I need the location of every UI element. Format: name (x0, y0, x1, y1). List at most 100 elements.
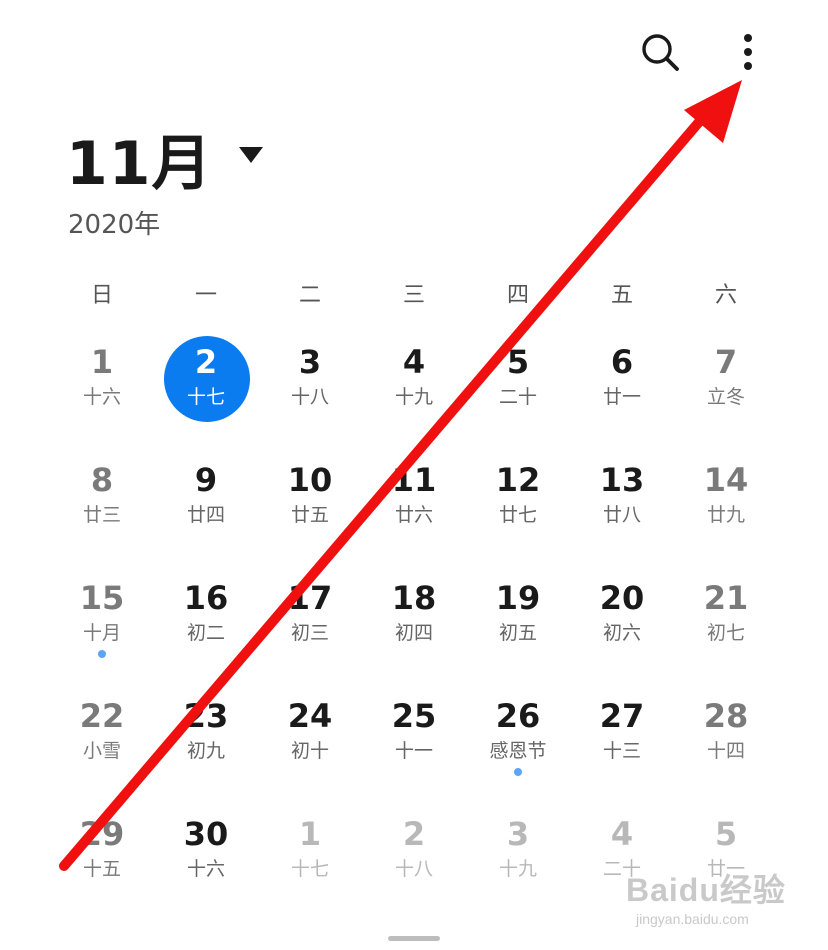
lunar-date: 十四 (706, 740, 745, 762)
lunar-date: 初七 (706, 622, 745, 644)
lunar-date: 十五 (82, 858, 121, 880)
day-cell[interactable]: 23 初九 (154, 682, 258, 800)
day-cell[interactable]: 11 廿六 (362, 446, 466, 564)
weekday-label: 三 (402, 283, 425, 308)
more-options-button[interactable] (726, 28, 770, 76)
lunar-date: 二十 (498, 386, 537, 408)
lunar-date: 初六 (602, 622, 641, 644)
day-cell[interactable]: 20 初六 (570, 564, 674, 682)
lunar-date: 二十 (602, 858, 641, 880)
weekday-header: 日一二三四五六 (50, 278, 778, 314)
day-cell[interactable]: 22 小雪 (50, 682, 154, 800)
day-number: 15 (79, 579, 125, 617)
lunar-date: 小雪 (82, 740, 121, 762)
calendar-grid: 1 十六 2 十七 3 十八 4 十九 5 二十 6 廿一 7 立冬 8 廿三 9 廿四 10 廿五 11 廿六 12 廿七 1… (50, 328, 778, 918)
day-number: 21 (703, 579, 749, 617)
day-cell[interactable]: 9 廿四 (154, 446, 258, 564)
day-number: 13 (599, 461, 645, 499)
day-cell[interactable]: 8 廿三 (50, 446, 154, 564)
day-number: 4 (402, 343, 426, 381)
day-number: 7 (714, 343, 738, 381)
lunar-date: 初九 (186, 740, 225, 762)
day-cell[interactable]: 10 廿五 (258, 446, 362, 564)
day-number: 2 (194, 343, 218, 381)
day-cell[interactable]: 14 廿九 (674, 446, 778, 564)
day-cell[interactable]: 4 十九 (362, 328, 466, 446)
day-cell[interactable]: 16 初二 (154, 564, 258, 682)
day-number: 18 (391, 579, 437, 617)
day-cell-next-month[interactable]: 4 二十 (570, 800, 674, 918)
day-number: 8 (90, 461, 114, 499)
day-number: 20 (599, 579, 645, 617)
day-number: 22 (79, 697, 125, 735)
day-cell[interactable]: 13 廿八 (570, 446, 674, 564)
day-cell[interactable]: 27 十三 (570, 682, 674, 800)
day-cell[interactable]: 7 立冬 (674, 328, 778, 446)
day-cell[interactable]: 24 初十 (258, 682, 362, 800)
day-cell-next-month[interactable]: 1 十七 (258, 800, 362, 918)
day-number: 11 (391, 461, 437, 499)
lunar-date: 初四 (394, 622, 433, 644)
lunar-date: 廿三 (82, 504, 121, 526)
lunar-date: 十月 (82, 622, 121, 644)
lunar-date: 十八 (394, 858, 433, 880)
day-cell[interactable]: 5 二十 (466, 328, 570, 446)
day-number: 24 (287, 697, 333, 735)
lunar-date: 十一 (394, 740, 433, 762)
day-number: 28 (703, 697, 749, 735)
event-dot (514, 768, 522, 776)
day-cell[interactable]: 25 十一 (362, 682, 466, 800)
home-indicator[interactable] (388, 936, 440, 941)
day-cell[interactable]: 26 感恩节 (466, 682, 570, 800)
day-number: 6 (610, 343, 634, 381)
day-cell[interactable]: 18 初四 (362, 564, 466, 682)
lunar-date: 廿九 (706, 504, 745, 526)
day-number: 27 (599, 697, 645, 735)
day-cell-next-month[interactable]: 5 廿一 (674, 800, 778, 918)
day-cell[interactable]: 12 廿七 (466, 446, 570, 564)
lunar-date: 初二 (186, 622, 225, 644)
lunar-date: 廿一 (602, 386, 641, 408)
day-cell[interactable]: 3 十八 (258, 328, 362, 446)
day-cell[interactable]: 17 初三 (258, 564, 362, 682)
day-cell[interactable]: 30 十六 (154, 800, 258, 918)
day-cell[interactable]: 28 十四 (674, 682, 778, 800)
top-bar (0, 0, 828, 100)
day-number: 26 (495, 697, 541, 735)
search-button[interactable] (636, 28, 684, 76)
day-number: 30 (183, 815, 229, 853)
lunar-date: 初三 (290, 622, 329, 644)
day-cell[interactable]: 21 初七 (674, 564, 778, 682)
day-cell-next-month[interactable]: 2 十八 (362, 800, 466, 918)
caret-down-icon (238, 147, 263, 163)
day-number: 3 (506, 815, 530, 853)
lunar-date: 十六 (186, 858, 225, 880)
year-label: 2020年 (68, 210, 161, 240)
day-number: 1 (298, 815, 322, 853)
day-number: 9 (194, 461, 218, 499)
day-cell[interactable]: 1 十六 (50, 328, 154, 446)
lunar-date: 廿八 (602, 504, 641, 526)
day-number: 12 (495, 461, 541, 499)
weekday-label: 一 (194, 283, 217, 308)
day-cell[interactable]: 19 初五 (466, 564, 570, 682)
lunar-date: 十八 (290, 386, 329, 408)
event-dot (98, 650, 106, 658)
lunar-date: 十七 (186, 386, 225, 408)
lunar-date: 廿六 (394, 504, 433, 526)
day-number: 2 (402, 815, 426, 853)
day-number: 5 (714, 815, 738, 853)
day-cell[interactable]: 29 十五 (50, 800, 154, 918)
month-selector[interactable]: 11月 (66, 118, 263, 199)
lunar-date: 初五 (498, 622, 537, 644)
lunar-date: 十七 (290, 858, 329, 880)
day-cell-next-month[interactable]: 3 十九 (466, 800, 570, 918)
month-title: 11月 (66, 128, 213, 199)
day-number: 14 (703, 461, 749, 499)
day-cell[interactable]: 6 廿一 (570, 328, 674, 446)
weekday-label: 五 (610, 283, 633, 308)
day-cell-today[interactable]: 2 十七 (154, 328, 258, 446)
weekday-label: 日 (90, 283, 113, 308)
day-cell[interactable]: 15 十月 (50, 564, 154, 682)
lunar-date: 廿一 (706, 858, 745, 880)
